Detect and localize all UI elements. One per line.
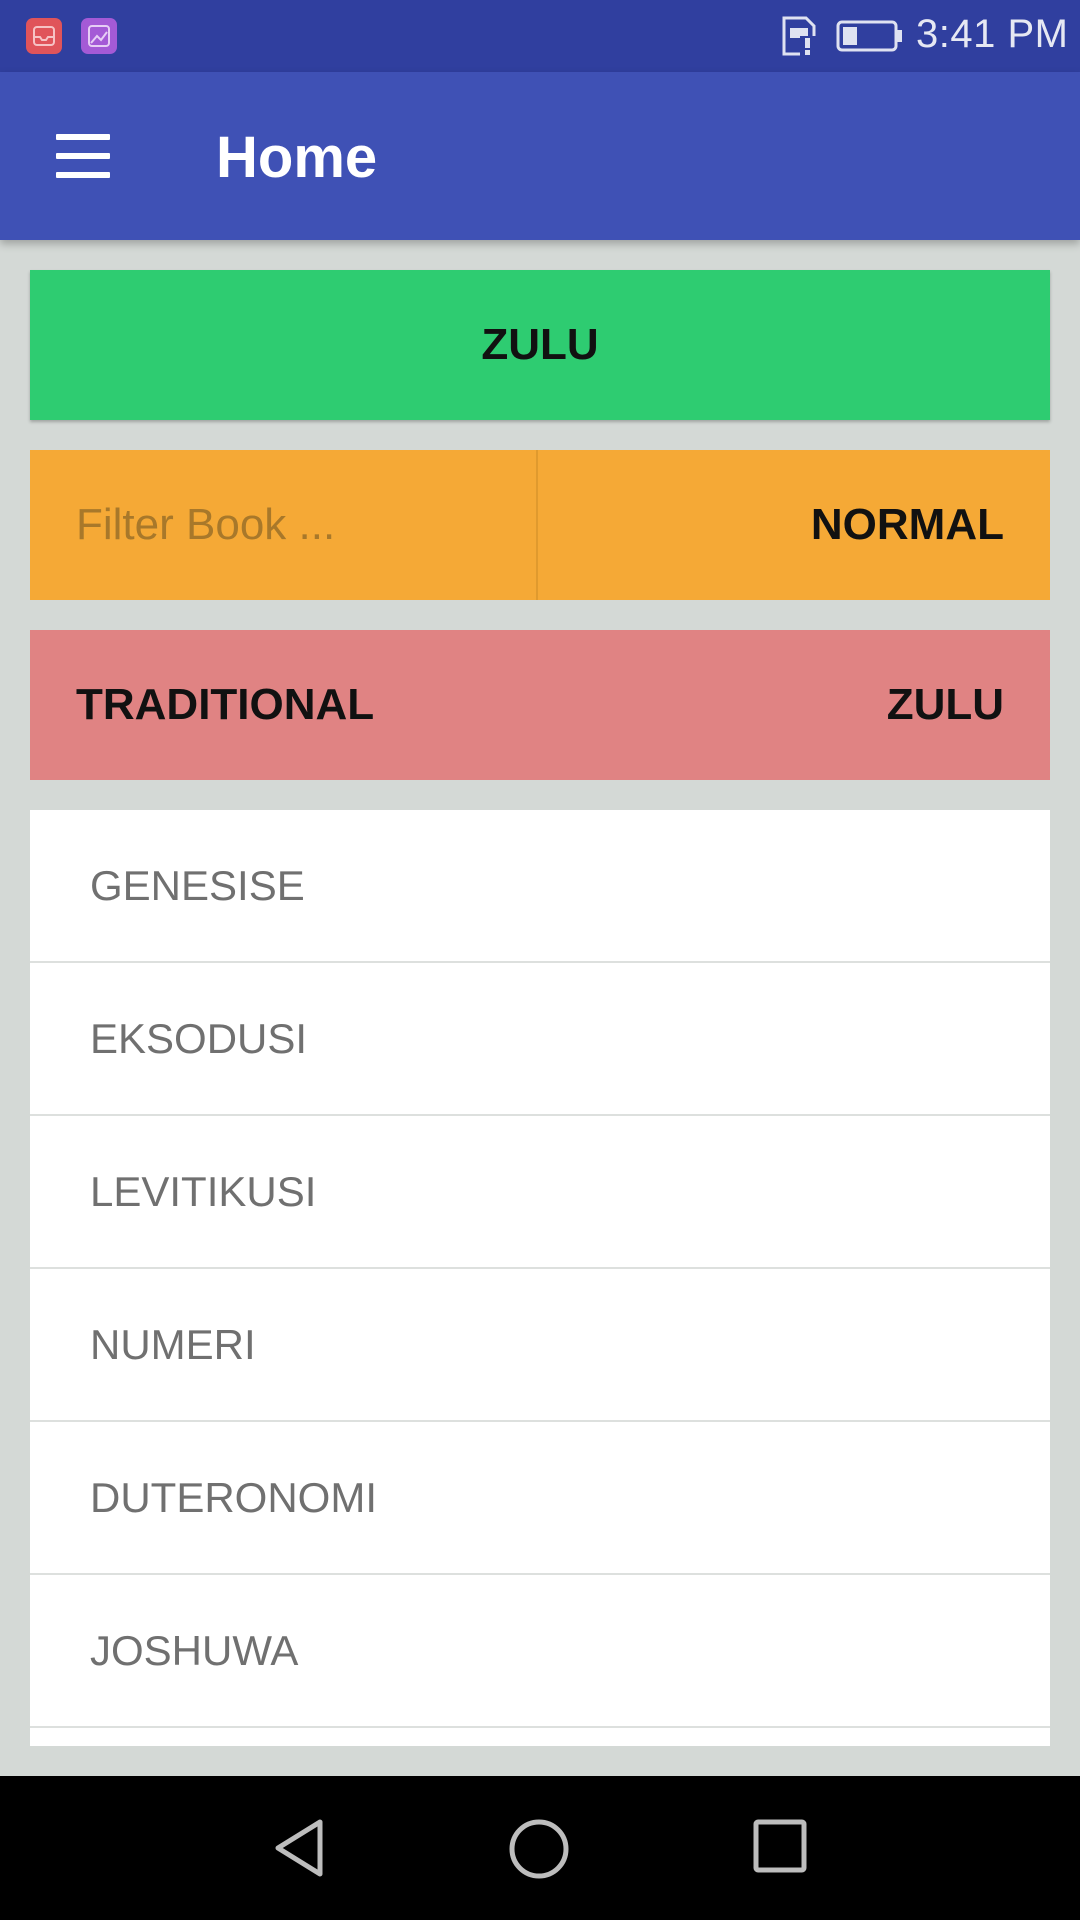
version-label: TRADITIONAL xyxy=(76,680,375,729)
page-title: Home xyxy=(216,125,378,190)
sim-alert-icon xyxy=(782,16,816,56)
book-list: GENESISE EKSODUSI LEVITIKUSI NUMERI DUTE… xyxy=(30,810,1050,1746)
book-list-item[interactable]: GENESISE xyxy=(30,810,1050,963)
app-bar: Home xyxy=(0,72,1080,240)
book-list-item[interactable]: DUTERONOMI xyxy=(30,1422,1050,1575)
home-icon[interactable] xyxy=(508,1818,570,1880)
version-selector[interactable]: TRADITIONAL ZULU xyxy=(30,630,1050,780)
version-language-label: ZULU xyxy=(886,680,1004,729)
status-bar: 3:41 PM xyxy=(0,0,1080,72)
book-list-item[interactable]: LEVITIKUSI xyxy=(30,1116,1050,1269)
hamburger-menu-icon[interactable] xyxy=(56,134,110,178)
battery-icon xyxy=(836,20,902,52)
book-list-item[interactable]: JOSHUWA xyxy=(30,1575,1050,1728)
status-time: 3:41 PM xyxy=(916,12,1069,56)
filter-book-input[interactable] xyxy=(30,450,538,600)
gallery-app-icon xyxy=(81,18,117,54)
book-list-item[interactable]: NUMERI xyxy=(30,1269,1050,1422)
system-nav-bar xyxy=(0,1776,1080,1920)
inbox-app-icon xyxy=(26,18,62,54)
language-button[interactable]: ZULU xyxy=(30,270,1050,420)
mode-button[interactable]: NORMAL xyxy=(811,450,1004,600)
book-list-item[interactable]: EKSODUSI xyxy=(30,963,1050,1116)
filter-row: NORMAL xyxy=(30,450,1050,600)
back-icon[interactable] xyxy=(272,1818,328,1878)
recents-icon[interactable] xyxy=(752,1818,808,1874)
